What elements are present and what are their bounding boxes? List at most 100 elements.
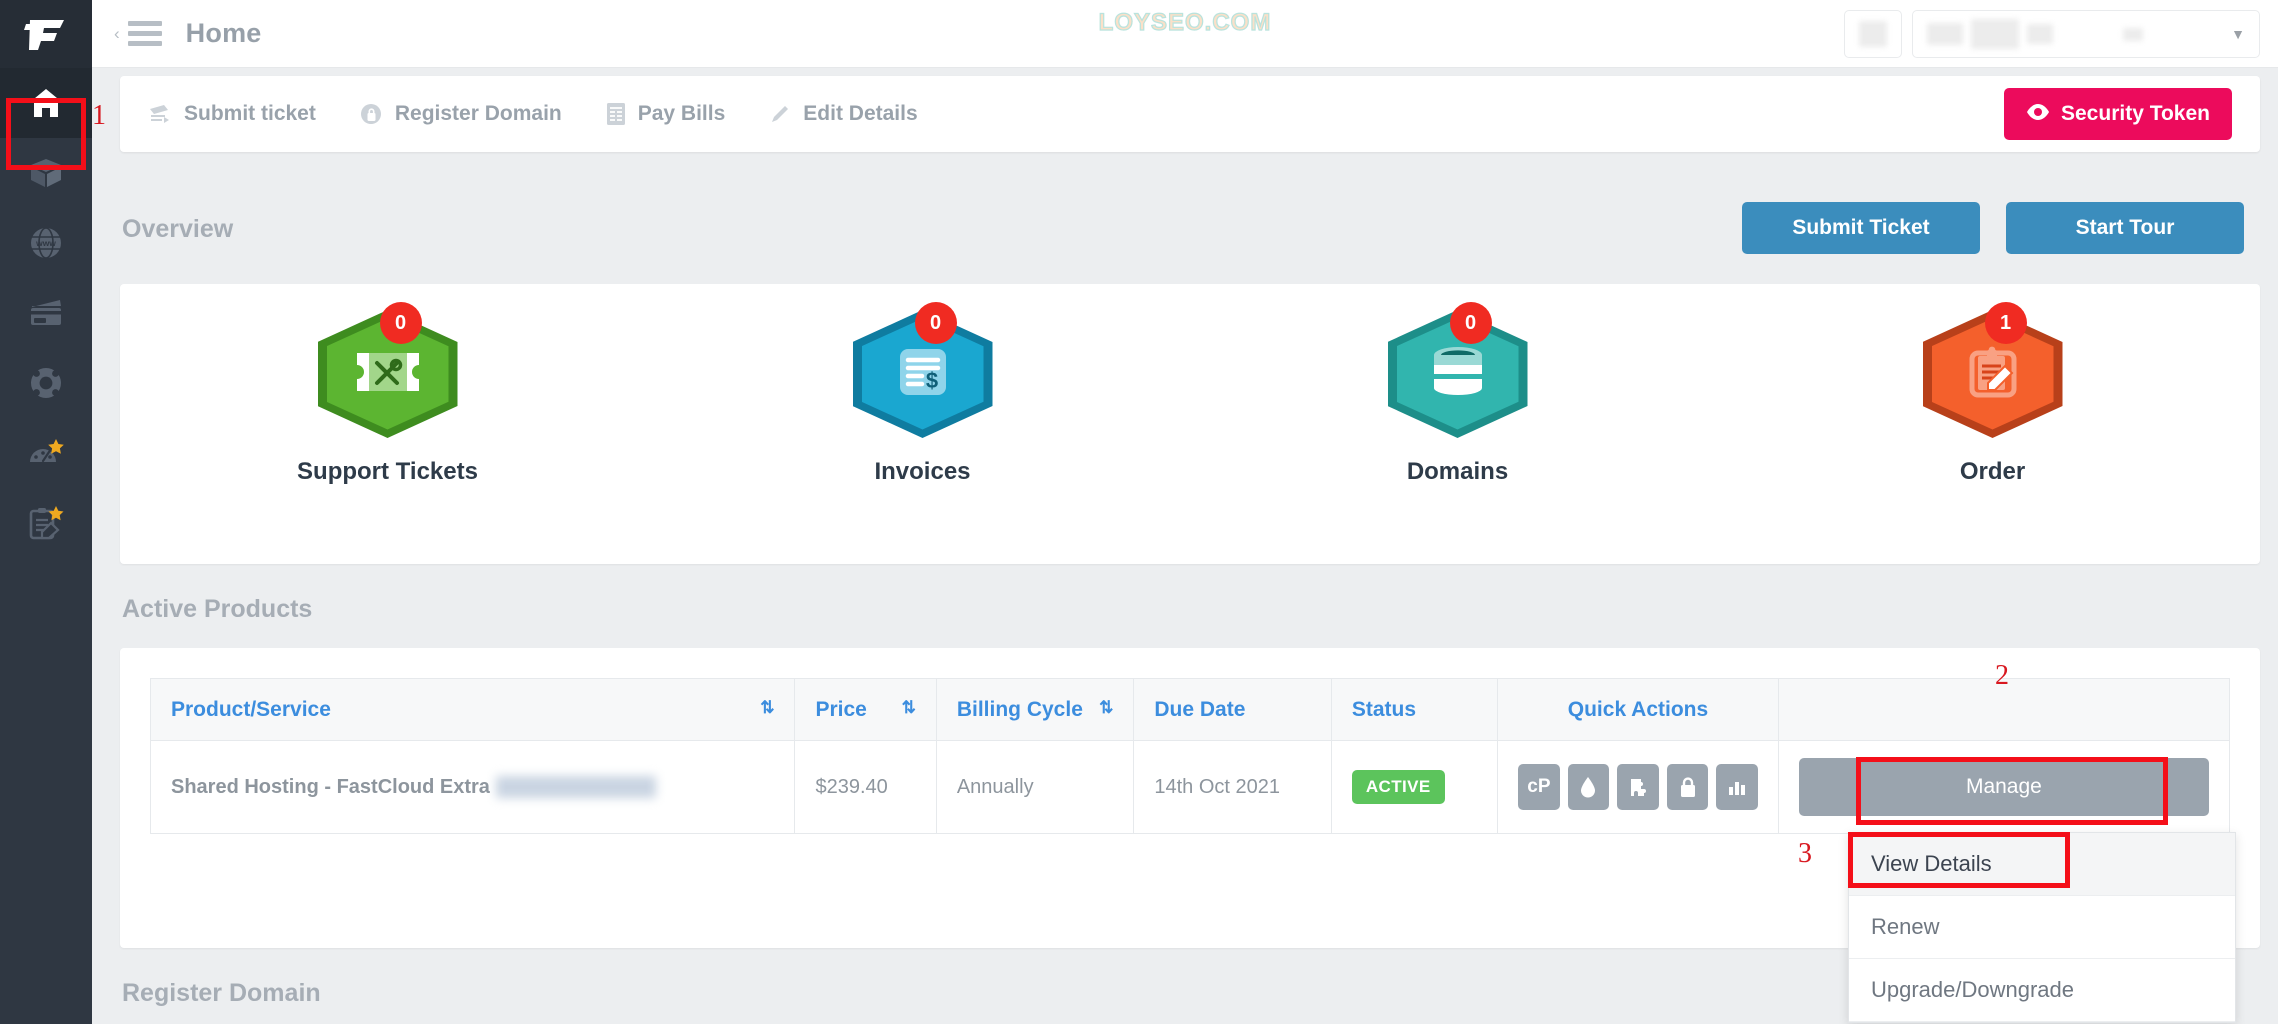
fastcomet-logo-icon [24,14,68,54]
status-badge: ACTIVE [1351,770,1445,804]
www-globe-icon: www [29,226,63,260]
column-price[interactable]: Price ⇅ [794,678,937,741]
dropdown-item-upgrade-downgrade[interactable]: Upgrade/Downgrade [1849,959,2235,1022]
redacted-domain [495,776,656,799]
stat-label: Order [1959,458,2026,485]
database-icon [1429,345,1487,404]
stat-domains[interactable]: 0 Domains [1190,284,1725,486]
home-icon [28,87,64,119]
eye-icon [2026,102,2050,126]
table-row: Shared Hosting - FastCloud Extra $239.40… [149,740,2231,834]
sort-desc-icon[interactable]: ⇅ [760,698,774,718]
column-product-service[interactable]: Product/Service ⇅ [149,678,796,741]
annotation-3: 3 [1798,838,1812,869]
column-label: Quick Actions [1567,697,1709,721]
stat-invoices[interactable]: 0 $ Invoices [655,284,1190,486]
redacted-chip [1927,23,1963,45]
column-label: Due Date [1154,697,1246,721]
sidebar-item-affiliates[interactable] [0,418,92,488]
column-label: Product/Service [171,697,331,721]
cell-price: $239.40 [794,740,937,834]
brand-logo[interactable] [0,0,92,68]
quick-link-label: Pay Bills [637,102,726,125]
cpanel-icon[interactable]: cP [1518,764,1560,810]
svg-text:$: $ [925,368,937,393]
stat-support-tickets[interactable]: 0 Support Tickets [120,284,655,486]
active-products-heading: Active Products [122,595,313,623]
table-header-row: Product/Service ⇅ Price ⇅ Billing Cycle … [149,678,2231,741]
status-badge: 0 [1449,302,1492,344]
redacted-chip [1971,19,2019,49]
sidebar-item-home[interactable] [0,68,92,138]
chevron-down-icon[interactable]: ▼ [2231,26,2245,42]
lock-icon[interactable] [1666,764,1709,810]
quick-link-register-domain[interactable]: Register Domain [360,102,562,126]
quick-links-bar: Submit ticket Register Domain Pay Bills … [120,76,2260,152]
clipboard-pencil-icon [1965,344,2021,405]
overview-heading: Overview [122,215,234,243]
start-tour-button[interactable]: Start Tour [2006,202,2244,254]
quick-link-edit-details[interactable]: Edit Details [769,102,918,126]
register-domain-heading: Register Domain [122,979,321,1007]
manage-button[interactable]: Manage [1798,758,2209,816]
cell-due-date: 14th Oct 2021 [1133,740,1332,834]
topbar-account-area: ▼ [1844,10,2260,58]
column-label: Billing Cycle [956,697,1083,721]
hamburger-icon[interactable] [127,16,162,51]
topbar: ‹ Home LOYSEO.COM ▼ [92,0,2278,68]
quick-link-pay-bills[interactable]: Pay Bills [606,102,726,126]
column-due-date[interactable]: Due Date [1133,678,1332,741]
status-badge: 0 [379,302,422,344]
clipboard-pencil-star-icon [27,505,65,541]
chevron-left-icon[interactable]: ‹ [114,25,120,42]
gauge-star-icon [27,436,65,470]
sidebar-item-support[interactable] [0,348,92,418]
credit-card-icon [28,298,64,328]
puzzle-piece-icon[interactable] [1617,764,1659,810]
bar-chart-icon[interactable] [1716,764,1758,810]
column-quick-actions: Quick Actions [1497,678,1779,741]
sidebar-item-products[interactable] [0,138,92,208]
quick-link-label: Register Domain [394,102,562,125]
status-badge: 1 [1984,302,2027,344]
sidebar-item-billing[interactable] [0,278,92,348]
security-token-button[interactable]: Security Token [2004,88,2232,140]
cell-manage: Manage [1777,740,2231,834]
column-billing-cycle[interactable]: Billing Cycle ⇅ [935,678,1135,741]
sidebar-item-domains[interactable]: www [0,208,92,278]
cell-quick-actions: cP [1497,740,1779,834]
dropdown-item-renew[interactable]: Renew [1849,896,2235,959]
submit-ticket-button[interactable]: Submit Ticket [1742,202,1980,254]
cell-billing-cycle: Annually [935,740,1135,834]
quick-link-label: Submit ticket [184,102,316,125]
stat-order[interactable]: 1 Order [1725,284,2260,486]
svg-text:www: www [35,238,56,248]
ticket-tools-icon [355,349,421,400]
quick-link-label: Edit Details [803,102,918,125]
annotation-2: 2 [1995,660,2009,691]
status-badge: 0 [914,302,957,344]
stat-label: Support Tickets [297,458,478,485]
account-menu[interactable]: ▼ [1912,10,2260,58]
products-table: Product/Service ⇅ Price ⇅ Billing Cycle … [149,678,2231,834]
overview-card: 0 Support Tickets 0 $ Invoices 0 Domains… [120,284,2260,564]
redacted-chip [2027,24,2053,44]
notifications-button[interactable] [1844,10,1902,58]
dropdown-item-view-details[interactable]: View Details [1849,833,2235,896]
invoice-icon [606,102,626,126]
redacted-chip [2123,27,2143,41]
quick-link-submit-ticket[interactable]: Submit ticket [148,102,316,126]
sort-icon[interactable]: ⇅ [902,698,916,718]
sidebar-item-orders[interactable] [0,488,92,558]
sidebar: www [0,0,92,1024]
sort-icon[interactable]: ⇅ [1099,698,1113,718]
column-status[interactable]: Status [1330,678,1499,741]
column-label: Status [1351,697,1417,721]
pencil-icon [769,103,791,125]
water-drop-icon[interactable] [1567,764,1610,810]
security-token-label: Security Token [2061,102,2210,125]
cell-status: ACTIVE [1330,740,1499,834]
product-name: Shared Hosting - FastCloud Extra [171,775,490,798]
stat-label: Domains [1406,458,1509,485]
domain-lock-icon [360,103,383,126]
